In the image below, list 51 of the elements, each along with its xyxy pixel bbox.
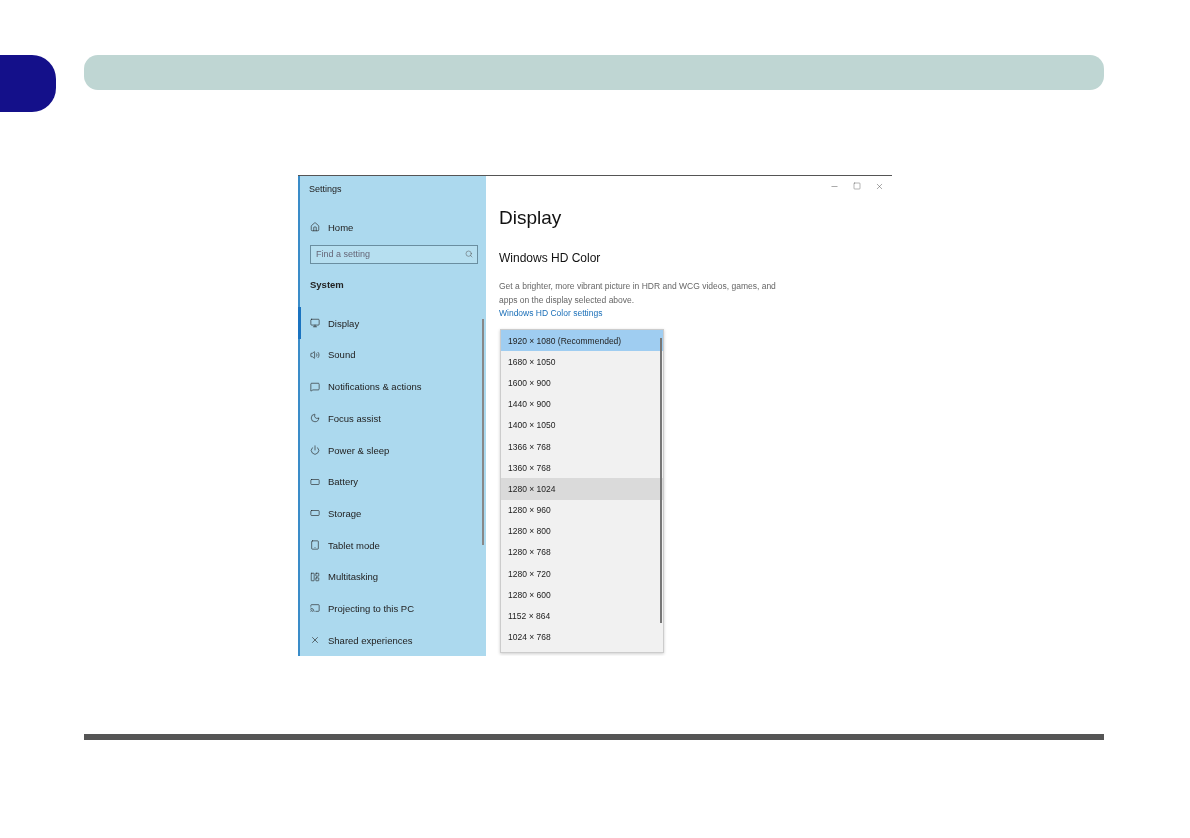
menu-item[interactable]: 1152 × 864 [501, 605, 663, 627]
menu-item[interactable]: 1366 × 768 [501, 435, 663, 458]
page-title: Display [499, 207, 563, 229]
menu-item[interactable]: 1280 × 1024 [501, 478, 663, 500]
menu-item[interactable]: 1280 × 800 [501, 520, 663, 542]
menu-item[interactable]: 1280 × 720 [501, 563, 663, 585]
nav-item[interactable]: Display [298, 307, 486, 340]
maximize-icon[interactable] [853, 182, 861, 190]
menu-item[interactable]: 1600 × 900 [501, 372, 663, 394]
nav-item[interactable]: Focus assist [298, 402, 486, 435]
menu-item[interactable]: 1280 × 960 [501, 499, 663, 521]
power-icon [310, 445, 320, 456]
nav-item[interactable]: Projecting to this PC [298, 592, 486, 625]
description: Get a brighter, more vibrant picture in HDR and WCG videos, games, and apps on the display selected above. [499, 280, 777, 307]
window-layout-icon [310, 571, 320, 582]
nav-item[interactable]: Power & sleep [298, 434, 486, 466]
cross-icon [310, 635, 320, 646]
cast-icon [310, 603, 320, 614]
section-heading: Windows HD Color [499, 251, 602, 265]
menu-item[interactable]: 1680 × 1050 [501, 351, 663, 373]
menu-item[interactable]: 1024 × 768 [501, 626, 663, 648]
window-title: Settings [308, 183, 343, 196]
scrollbar[interactable] [482, 319, 484, 545]
menu-item[interactable]: 1400 × 1050 [501, 414, 663, 436]
menu-item[interactable]: 1280 × 600 [501, 584, 663, 606]
search-icon [465, 249, 473, 258]
nav-item[interactable]: Multitasking [298, 560, 486, 593]
menu-item[interactable]: 1920 × 1080 (Recommended) [501, 330, 663, 352]
home-icon [310, 222, 320, 233]
section-heading: System [309, 277, 345, 292]
nav-item[interactable]: Shared experiences [298, 624, 486, 656]
menu-item[interactable]: 1360 × 768 [501, 457, 663, 479]
menu-item[interactable]: 1440 × 900 [501, 393, 663, 415]
storage-icon [310, 508, 320, 519]
nav-item[interactable]: Sound [298, 339, 486, 371]
close-icon[interactable] [875, 182, 884, 191]
speaker-icon [310, 349, 320, 360]
search-field[interactable]: Find a setting [310, 244, 478, 264]
menu-item[interactable]: 1280 × 768 [501, 541, 663, 564]
nav-item[interactable]: Tablet mode [298, 529, 486, 561]
home-link[interactable]: Home [300, 201, 486, 233]
moon-icon [310, 413, 320, 424]
nav-item[interactable]: Storage [298, 497, 486, 530]
monitor-icon [310, 318, 320, 329]
scrollbar[interactable] [660, 338, 662, 623]
nav-item[interactable]: Notifications & actions [298, 370, 486, 403]
battery-icon [310, 476, 320, 487]
tablet-icon [310, 540, 320, 551]
settings-link[interactable]: Windows HD Color settings [499, 308, 892, 318]
speech-bubble-icon [310, 381, 320, 392]
nav-item[interactable]: Battery [298, 465, 486, 498]
